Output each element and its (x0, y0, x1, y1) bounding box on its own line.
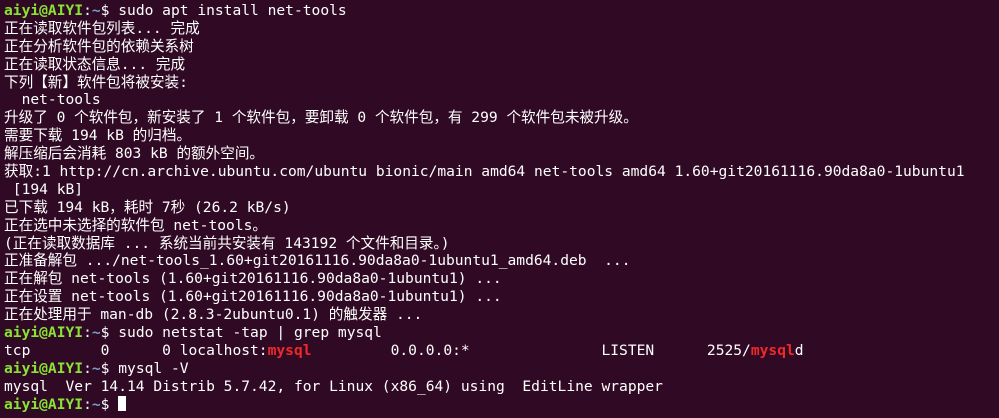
output-text: mysql Ver 14.14 Distrib 5.7.42, for Linu… (4, 377, 663, 395)
output-text: 获取:1 http://cn.archive.ubuntu.com/ubuntu… (4, 163, 965, 181)
output-line: 下列【新】软件包将被安装: (4, 74, 995, 92)
prompt-line: aiyi@AIYI:~$ sudo apt install net-tools (4, 2, 995, 20)
prompt-line: aiyi@AIYI:~$ (4, 395, 995, 414)
output-line: 解压缩后会消耗 803 kB 的额外空间。 (4, 145, 995, 163)
prompt-colon: : (83, 359, 92, 377)
output-text: 正在读取状态信息... 完成 (4, 55, 186, 73)
command-text: sudo apt install net-tools (118, 2, 347, 19)
prompt-symbol: $ (100, 324, 119, 342)
text-cursor[interactable] (118, 395, 127, 411)
prompt-colon: : (83, 324, 92, 342)
output-text: 正在解包 net-tools (1.60+git20161116.90da8a0… (4, 270, 502, 288)
output-segment: 0.0.0.0:* LISTEN 2525/ (311, 341, 751, 359)
prompt-path: ~ (91, 2, 101, 19)
output-text: (正在读取数据库 ... 系统当前共安装有 143192 个文件和目录。) (4, 234, 450, 252)
prompt-user-host: aiyi@AIYI (4, 359, 84, 377)
output-line: 获取:1 http://cn.archive.ubuntu.com/ubuntu… (4, 163, 995, 181)
command-text: sudo netstat -tap | grep mysql (118, 324, 382, 342)
output-line: net-tools (4, 91, 995, 109)
command-text: mysql -V (118, 359, 189, 377)
output-text: net-tools (4, 91, 101, 109)
prompt-user-host: aiyi@AIYI (4, 324, 84, 342)
output-text: 正在分析软件包的依赖关系树 (4, 37, 194, 55)
output-text: 正在设置 net-tools (1.60+git20161116.90da8a0… (4, 288, 502, 306)
output-line: 正在选中未选择的软件包 net-tools。 (4, 217, 995, 235)
prompt-user-host: aiyi@AIYI (4, 2, 84, 19)
output-text: 需要下载 194 kB 的归档。 (4, 127, 192, 145)
output-line: 正在读取状态信息... 完成 (4, 56, 995, 74)
output-line: 正在处理用于 man-db (2.8.3-2ubuntu0.1) 的触发器 ..… (4, 306, 995, 324)
output-segment: tcp 0 0 localhost: (4, 341, 268, 359)
prompt-line: aiyi@AIYI:~$ mysql -V (4, 360, 995, 378)
output-text: [194 kB] (4, 180, 84, 198)
prompt-colon: : (83, 2, 92, 19)
output-line: 正在解包 net-tools (1.60+git20161116.90da8a0… (4, 270, 995, 288)
output-line: 已下载 194 kB，耗时 7秒 (26.2 kB/s) (4, 199, 995, 217)
prompt-path: ~ (91, 395, 101, 413)
output-text: 正准备解包 .../net-tools_1.60+git20161116.90d… (4, 252, 631, 270)
output-text: 升级了 0 个软件包，新安装了 1 个软件包，要卸载 0 个软件包，有 299 … (4, 109, 638, 127)
grep-match: mysql (267, 341, 312, 359)
output-text: 正在处理用于 man-db (2.8.3-2ubuntu0.1) 的触发器 ..… (4, 306, 423, 324)
output-line: tcp 0 0 localhost:mysql 0.0.0.0:* LISTEN… (4, 342, 995, 360)
prompt-symbol: $ (100, 395, 119, 413)
prompt-colon: : (83, 395, 92, 413)
prompt-symbol: $ (100, 2, 119, 19)
output-text: 已下载 194 kB，耗时 7秒 (26.2 kB/s) (4, 198, 291, 216)
terminal-window[interactable]: aiyi@AIYI:~$ sudo apt install net-tools 正… (0, 0, 999, 418)
prompt-symbol: $ (100, 359, 119, 377)
output-line: 正在分析软件包的依赖关系树 (4, 38, 995, 56)
output-line: [194 kB] (4, 181, 995, 199)
output-line: (正在读取数据库 ... 系统当前共安装有 143192 个文件和目录。) (4, 235, 995, 253)
output-line: 正在读取软件包列表... 完成 (4, 20, 995, 38)
output-text: 正在选中未选择的软件包 net-tools。 (4, 216, 267, 234)
output-line: 升级了 0 个软件包，新安装了 1 个软件包，要卸载 0 个软件包，有 299 … (4, 109, 995, 127)
prompt-path: ~ (91, 359, 101, 377)
prompt-user-host: aiyi@AIYI (4, 395, 84, 413)
prompt-line: aiyi@AIYI:~$ sudo netstat -tap | grep my… (4, 324, 995, 342)
output-text: 解压缩后会消耗 803 kB 的额外空间。 (4, 145, 265, 163)
output-line: 正准备解包 .../net-tools_1.60+git20161116.90d… (4, 252, 995, 270)
output-line: mysql Ver 14.14 Distrib 5.7.42, for Linu… (4, 378, 995, 396)
output-text: 下列【新】软件包将被安装: (4, 73, 188, 91)
prompt-path: ~ (91, 324, 101, 342)
grep-match: mysql (750, 341, 795, 359)
output-line: 正在设置 net-tools (1.60+git20161116.90da8a0… (4, 288, 995, 306)
output-segment: d (794, 341, 804, 359)
output-text: 正在读取软件包列表... 完成 (4, 19, 200, 37)
output-line: 需要下载 194 kB 的归档。 (4, 127, 995, 145)
